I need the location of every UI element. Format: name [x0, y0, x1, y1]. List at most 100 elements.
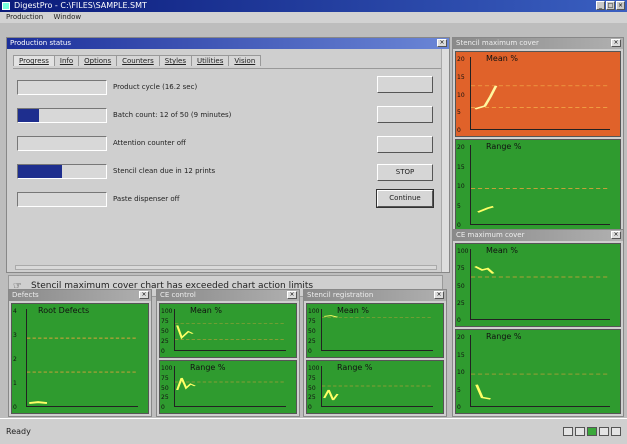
indicator-icon [611, 427, 621, 436]
progress-bar [17, 108, 107, 123]
stencil-registration-range-chart: 100 75 50 25 0 Range % [306, 360, 444, 414]
progress-bar [17, 192, 107, 207]
horizontal-scrollbar[interactable] [15, 265, 437, 270]
tab-vision[interactable]: Vision [228, 55, 262, 66]
menu-production[interactable]: Production [6, 13, 43, 21]
y-tick: 25 [457, 299, 465, 307]
plot-area [470, 335, 610, 407]
close-icon[interactable]: × [287, 291, 297, 299]
y-tick: 75 [161, 318, 169, 325]
stencil-registration-title: Stencil registration [307, 291, 374, 299]
y-tick: 20 [457, 144, 465, 151]
menu-window[interactable]: Window [53, 13, 81, 21]
plot-area [321, 309, 433, 351]
tab-options[interactable]: Options [78, 55, 118, 66]
window-titlebar: DigestPro - C:\FILES\SAMPLE.SMT _ □ × [0, 0, 627, 12]
y-axis-ticks: 20 15 10 5 0 [457, 56, 465, 134]
y-tick: 10 [457, 369, 465, 376]
status-text: Ready [6, 427, 31, 436]
y-tick: 100 [161, 365, 173, 372]
close-icon[interactable]: × [434, 291, 444, 299]
y-tick: 75 [308, 374, 316, 382]
ce-control-title: CE control [160, 291, 196, 299]
progress-row: Attention counter off [17, 136, 437, 152]
y-tick: 0 [13, 404, 17, 411]
y-tick: 75 [308, 318, 316, 325]
y-axis-ticks: 100 75 50 25 0 [457, 248, 468, 324]
y-tick: 15 [457, 163, 465, 171]
chart-series-label: Mean % [337, 306, 369, 315]
y-tick: 0 [161, 348, 165, 355]
progress-row: Batch count: 12 of 50 (9 minutes) [17, 108, 437, 124]
root-defects-chart: 4 3 2 1 0 Root Defects [11, 303, 149, 414]
progress-row: Stencil clean due in 12 prints [17, 164, 437, 180]
progress-label: Paste dispenser off [113, 195, 180, 203]
y-tick: 0 [457, 404, 461, 411]
y-axis-ticks: 20 15 10 5 0 [457, 144, 465, 229]
plot-area [470, 249, 610, 320]
tab-styles[interactable]: Styles [158, 55, 192, 66]
y-axis-ticks: 100 75 50 25 0 [161, 308, 172, 355]
y-axis-ticks: 100 75 50 25 0 [161, 365, 172, 411]
stencil-max-cover-window: Stencil maximum cover × 20 15 10 5 0 Mea… [452, 37, 624, 235]
close-icon[interactable]: × [437, 39, 447, 47]
y-axis-ticks: 100 75 50 25 0 [308, 365, 319, 411]
y-tick: 50 [161, 384, 169, 392]
close-icon[interactable]: × [611, 39, 621, 47]
tab-counters[interactable]: Counters [116, 55, 160, 66]
indicator-icon [563, 427, 573, 436]
y-tick: 0 [308, 404, 312, 411]
y-tick: 0 [161, 404, 165, 411]
close-button[interactable]: × [616, 1, 625, 10]
continue-button[interactable]: Continue [376, 189, 434, 208]
production-status-title: Production status [10, 39, 71, 47]
progress-label: Product cycle (16.2 sec) [113, 83, 198, 91]
action-button-3[interactable] [377, 136, 433, 153]
minimize-button[interactable]: _ [596, 1, 605, 10]
ce-control-window: CE control × 100 75 50 25 0 Mean % 100 7… [156, 289, 300, 417]
y-tick: 75 [457, 265, 465, 273]
defects-window: Defects × 4 3 2 1 0 Root Defects [8, 289, 152, 417]
y-tick: 50 [161, 328, 169, 335]
y-tick: 100 [457, 248, 469, 255]
y-tick: 75 [161, 374, 169, 382]
chart-series-label: Range % [337, 363, 373, 372]
close-icon[interactable]: × [611, 231, 621, 239]
chart-series-label: Mean % [486, 246, 518, 255]
y-tick: 20 [457, 56, 465, 63]
app-icon [2, 2, 10, 10]
y-tick: 50 [308, 384, 316, 392]
indicator-icon [587, 427, 597, 436]
y-tick: 10 [457, 183, 465, 190]
ce-max-cover-title: CE maximum cover [456, 231, 525, 239]
production-status-titlebar: Production status × [7, 38, 449, 49]
chart-series-label: Root Defects [38, 306, 90, 315]
tab-progress[interactable]: Progress [13, 55, 55, 66]
window-title: DigestPro - C:\FILES\SAMPLE.SMT [14, 1, 147, 10]
ce-control-mean-chart: 100 75 50 25 0 Mean % [159, 303, 297, 358]
maximize-button[interactable]: □ [606, 1, 615, 10]
close-icon[interactable]: × [139, 291, 149, 299]
ce-max-cover-titlebar: CE maximum cover × [453, 230, 623, 241]
y-tick: 25 [161, 338, 169, 345]
chart-series-label: Range % [190, 363, 226, 372]
plot-area [174, 309, 286, 351]
action-button-2[interactable] [377, 106, 433, 123]
y-tick: 4 [13, 308, 17, 315]
tab-info[interactable]: Info [53, 55, 80, 66]
chart-series-label: Mean % [190, 306, 222, 315]
y-tick: 25 [161, 394, 169, 402]
chart-series-label: Range % [486, 332, 522, 341]
defects-titlebar: Defects × [9, 290, 151, 301]
mdi-workspace: Production status × Progress Info Option… [0, 23, 627, 418]
vertical-scrollbar[interactable] [441, 49, 449, 272]
y-axis-ticks: 4 3 2 1 0 [13, 308, 17, 411]
tab-utilities[interactable]: Utilities [191, 55, 230, 66]
y-tick: 20 [457, 334, 465, 341]
action-button-1[interactable] [377, 76, 433, 93]
progress-row: Paste dispenser off [17, 192, 437, 208]
stop-button[interactable]: STOP [377, 164, 433, 181]
y-tick: 15 [457, 73, 465, 81]
stencil-max-cover-titlebar: Stencil maximum cover × [453, 38, 623, 49]
statusbar: Ready [0, 418, 627, 444]
